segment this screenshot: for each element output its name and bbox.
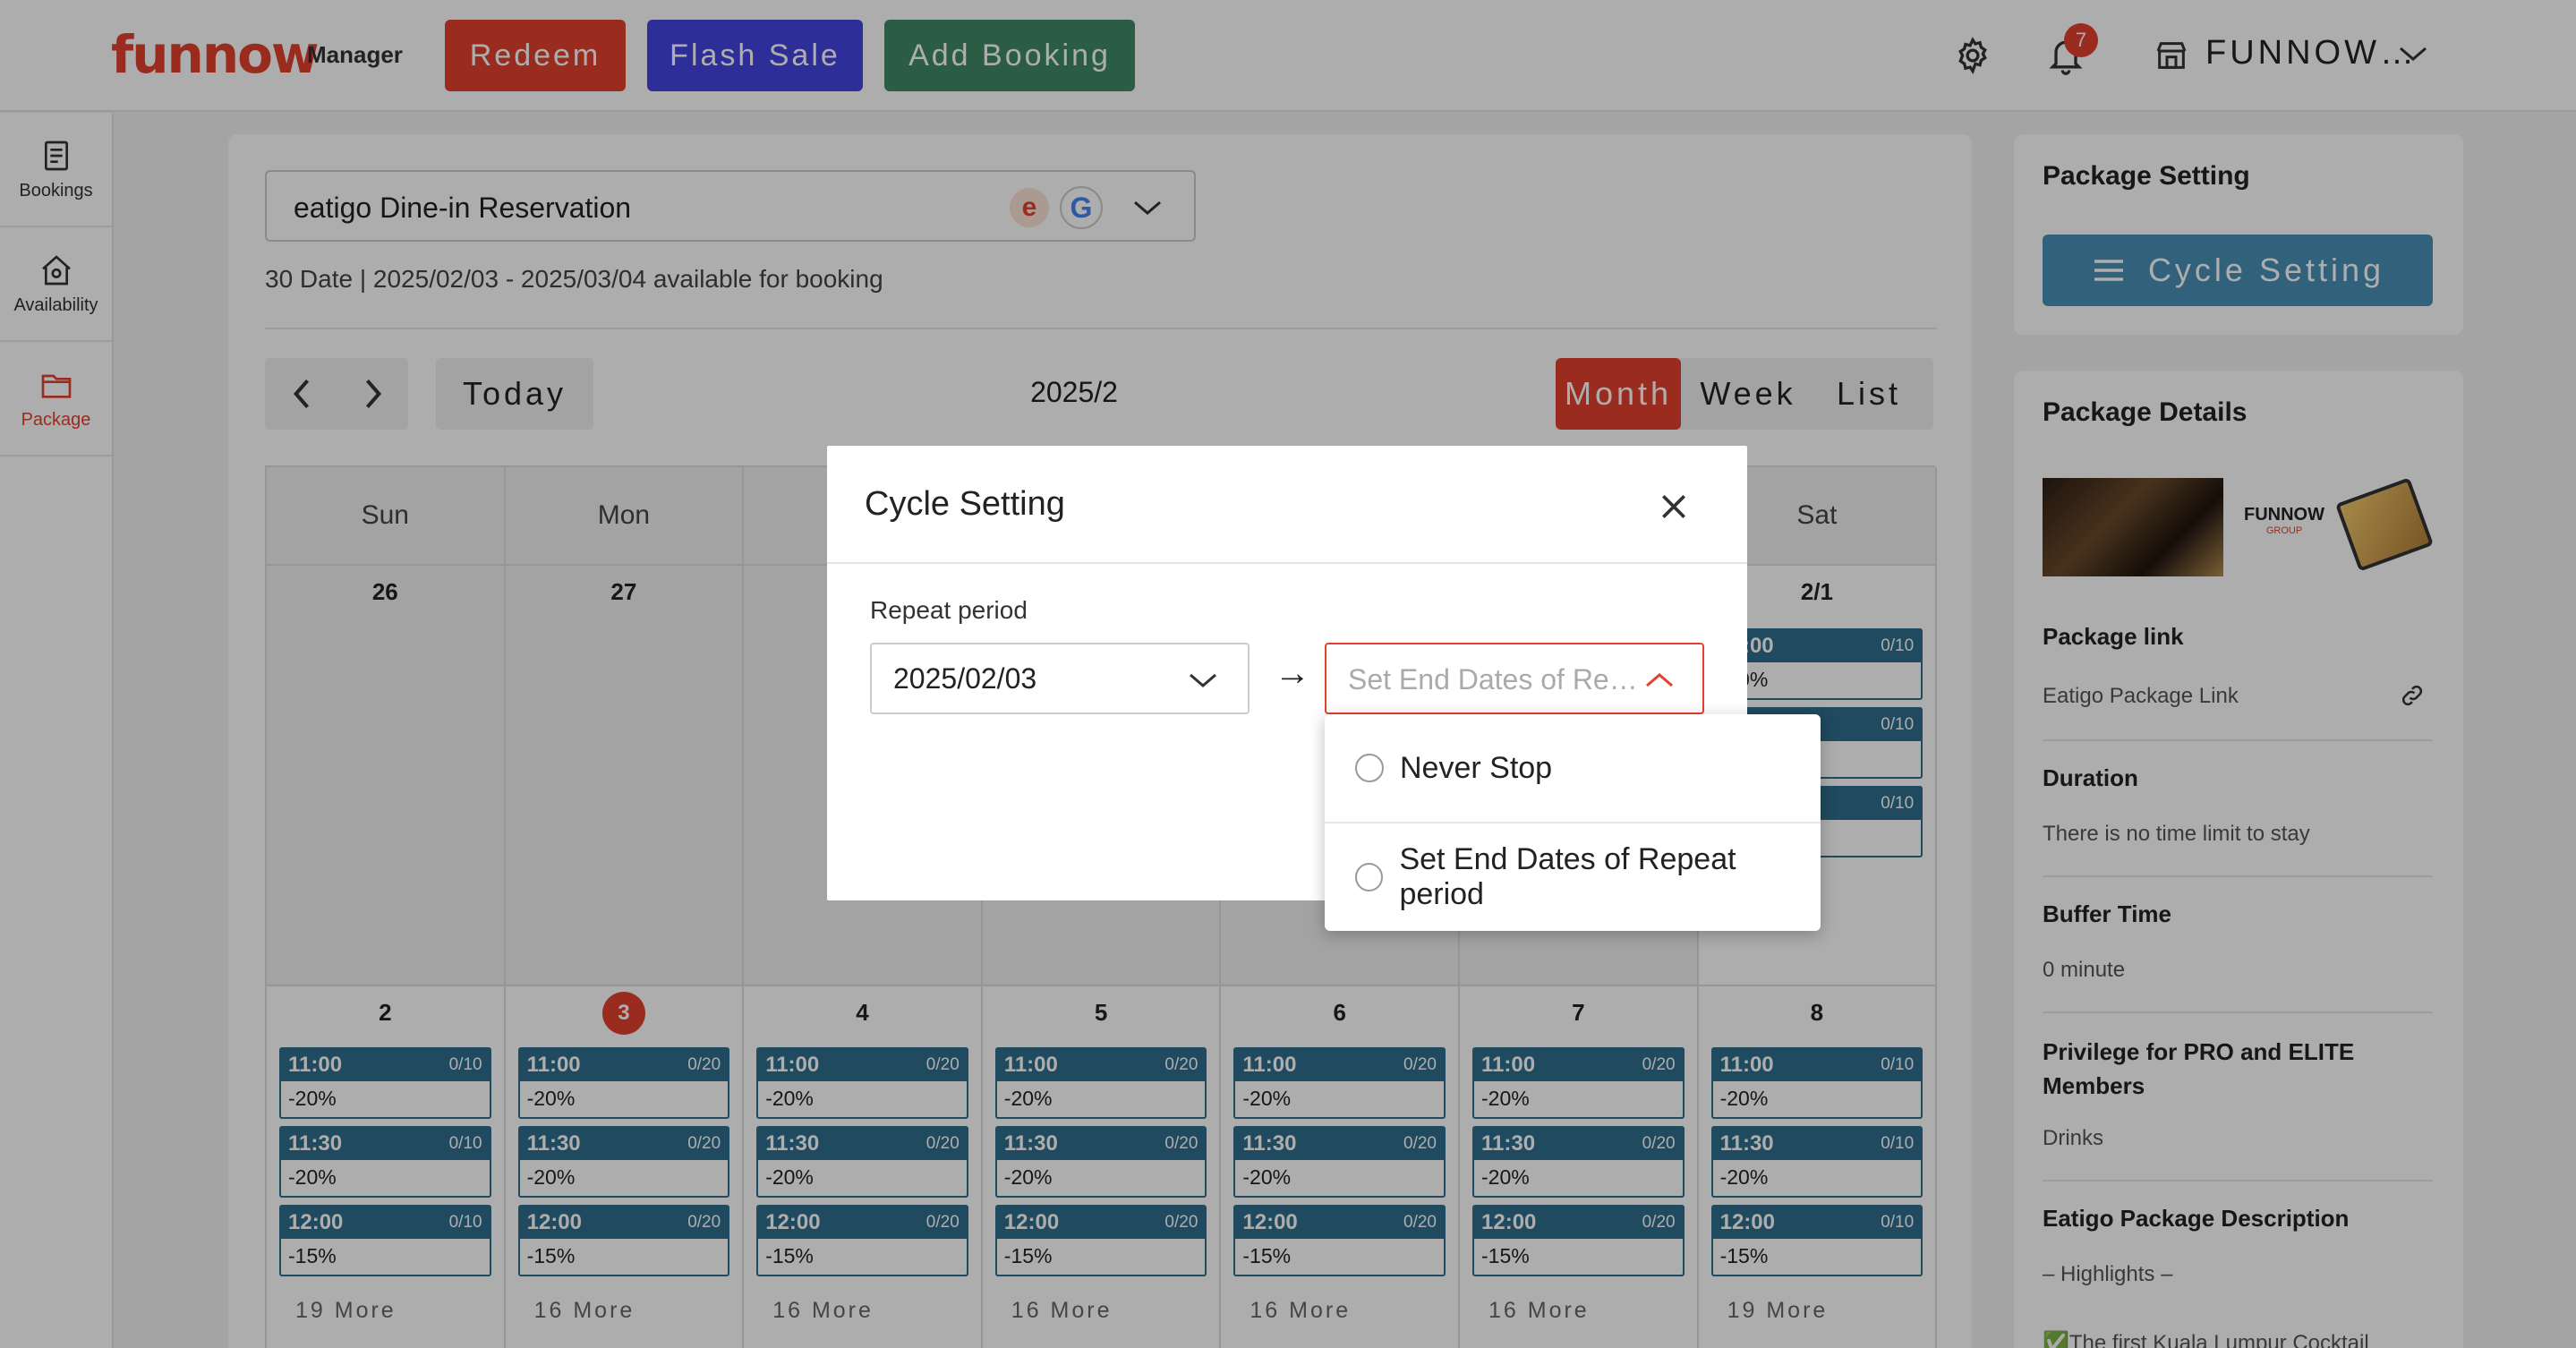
end-date-placeholder: Set End Dates of Repeat period <box>1348 663 1643 695</box>
radio-button[interactable] <box>1355 863 1384 892</box>
start-date-value: 2025/02/03 <box>893 662 1037 695</box>
option-label: Never Stop <box>1400 750 1553 785</box>
chevron-down-icon <box>1190 673 1216 687</box>
modal-title: Cycle Setting <box>865 485 1065 523</box>
chevron-up-icon <box>1646 673 1673 687</box>
repeat-period-label: Repeat period <box>870 596 1028 624</box>
arrow-right-icon: → <box>1275 653 1310 693</box>
option-set-end-dates[interactable]: Set End Dates of Repeat period <box>1325 823 1821 931</box>
divider <box>827 562 1747 564</box>
close-icon[interactable] <box>1656 489 1692 525</box>
radio-button[interactable] <box>1355 754 1384 782</box>
start-date-select[interactable]: 2025/02/03 <box>870 643 1250 714</box>
end-date-dropdown: Never Stop Set End Dates of Repeat perio… <box>1325 714 1821 931</box>
end-date-select[interactable]: Set End Dates of Repeat period <box>1325 643 1704 714</box>
option-label: Set End Dates of Repeat period <box>1399 842 1736 911</box>
option-never-stop[interactable]: Never Stop <box>1325 714 1821 822</box>
